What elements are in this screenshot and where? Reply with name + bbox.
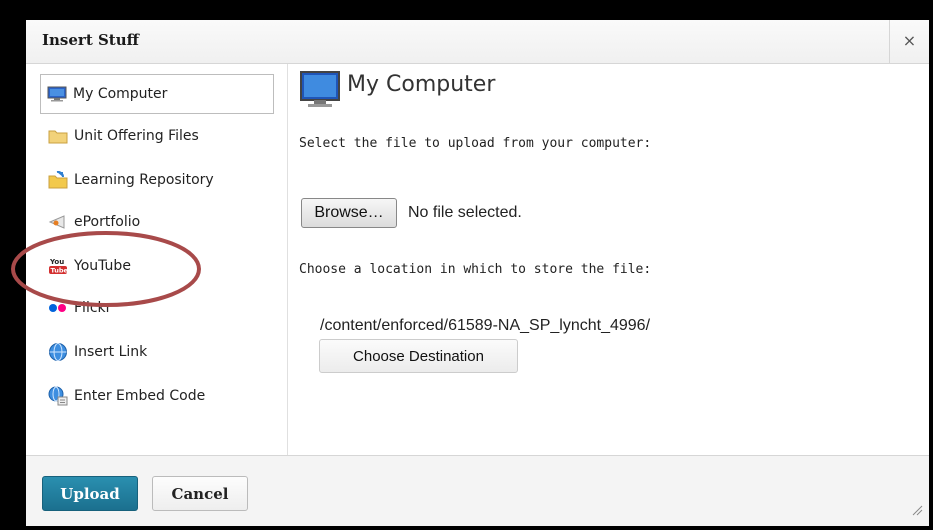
insert-stuff-dialog: Insert Stuff × My Computer Unit Offering… [26, 20, 929, 526]
svg-text:You: You [49, 258, 64, 266]
repository-folder-icon [48, 171, 68, 189]
sidebar-item-label: My Computer [73, 86, 168, 102]
sidebar-item-eportfolio[interactable]: ePortfolio [40, 202, 274, 242]
monitor-icon [299, 70, 341, 114]
close-button[interactable]: × [889, 20, 929, 64]
sidebar-item-label: Enter Embed Code [74, 388, 206, 404]
sidebar-item-youtube[interactable]: You Tube YouTube [40, 246, 274, 286]
screenshot-frame: Insert Stuff × My Computer Unit Offering… [0, 0, 933, 530]
sidebar-item-my-computer[interactable]: My Computer [40, 74, 274, 114]
embed-globe-icon [48, 386, 68, 406]
sidebar-item-insert-link[interactable]: Insert Link [40, 332, 274, 372]
choose-location-prompt: Choose a location in which to store the … [299, 262, 652, 277]
close-icon: × [902, 31, 917, 50]
sidebar-item-label: Unit Offering Files [74, 128, 199, 144]
sidebar-item-label: YouTube [74, 258, 131, 274]
globe-link-icon [48, 343, 68, 361]
dialog-titlebar: Insert Stuff × [26, 20, 929, 64]
sidebar-item-label: Flickr [74, 300, 112, 316]
sidebar-item-label: Insert Link [74, 344, 148, 360]
cancel-button[interactable]: Cancel [152, 476, 248, 511]
sidebar-item-learning-repository[interactable]: Learning Repository [40, 160, 274, 200]
dialog-title: Insert Stuff [42, 31, 139, 49]
folder-icon [48, 127, 68, 145]
sidebar-item-flickr[interactable]: Flickr [40, 288, 274, 328]
eportfolio-icon [48, 213, 68, 231]
svg-text:Tube: Tube [51, 267, 69, 275]
flickr-icon [48, 299, 68, 317]
upload-panel: My Computer Select the file to upload fr… [289, 64, 929, 455]
upload-button[interactable]: Upload [42, 476, 138, 511]
dialog-footer: Upload Cancel [26, 455, 929, 526]
choose-destination-button[interactable]: Choose Destination [319, 339, 518, 373]
select-file-prompt: Select the file to upload from your comp… [299, 136, 652, 151]
panel-heading: My Computer [347, 72, 496, 97]
youtube-icon: You Tube [48, 257, 68, 275]
sidebar-item-unit-offering-files[interactable]: Unit Offering Files [40, 116, 274, 156]
no-file-status: No file selected. [408, 204, 522, 221]
sidebar-item-label: ePortfolio [74, 214, 141, 230]
sidebar-item-enter-embed-code[interactable]: Enter Embed Code [40, 376, 274, 416]
sidebar-item-label: Learning Repository [74, 172, 214, 188]
browse-button[interactable]: Browse… [301, 198, 397, 228]
resize-grip-icon[interactable] [911, 501, 923, 520]
source-sidebar: My Computer Unit Offering Files Learning… [26, 64, 288, 455]
monitor-icon [47, 85, 67, 103]
destination-path: /content/enforced/61589-NA_SP_lyncht_499… [320, 317, 651, 334]
